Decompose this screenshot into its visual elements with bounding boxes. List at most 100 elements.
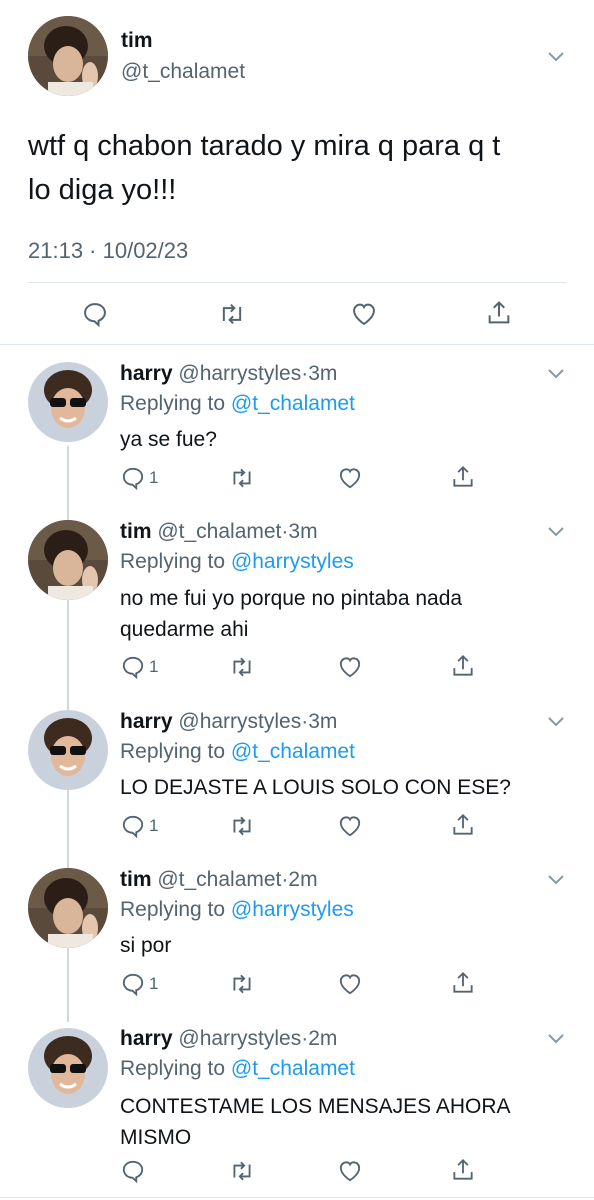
reply-icon[interactable] bbox=[120, 971, 146, 997]
heart-icon[interactable] bbox=[337, 813, 363, 839]
replying-to-label: Replying to bbox=[120, 392, 226, 415]
reply-action[interactable]: 1 bbox=[120, 813, 158, 839]
chevron-down-icon[interactable] bbox=[546, 525, 566, 539]
heart-icon[interactable] bbox=[350, 300, 378, 328]
reply-icon[interactable] bbox=[120, 813, 146, 839]
reply-author-name[interactable]: tim bbox=[120, 520, 152, 543]
reply-author-name[interactable]: harry bbox=[120, 362, 173, 385]
main-tweet-timestamp[interactable]: 21:13 · 10/02/23 bbox=[28, 238, 188, 264]
share-icon[interactable] bbox=[450, 652, 476, 680]
reply-count: 1 bbox=[149, 468, 159, 487]
replying-to-row: Replying to @harrystyles bbox=[120, 550, 354, 574]
heart-icon[interactable] bbox=[337, 654, 363, 680]
divider bbox=[0, 1197, 594, 1198]
reply-text-line: CONTESTAME LOS MENSAJES AHORA bbox=[120, 1095, 511, 1118]
share-icon[interactable] bbox=[450, 811, 476, 839]
reply-action[interactable]: 1 bbox=[120, 971, 158, 997]
reply-author-name[interactable]: tim bbox=[120, 868, 152, 891]
share-icon[interactable] bbox=[450, 969, 476, 997]
reply-author-handle[interactable]: @t_chalamet bbox=[157, 520, 281, 543]
avatar-tim[interactable] bbox=[28, 868, 108, 948]
reply-text-line: quedarme ahi bbox=[120, 618, 249, 641]
reply-action[interactable]: 1 bbox=[120, 465, 158, 491]
retweet-icon[interactable] bbox=[217, 300, 247, 328]
reply-text-line: MISMO bbox=[120, 1126, 192, 1149]
replying-to-label: Replying to bbox=[120, 1057, 226, 1080]
reply-text: ya se fue? bbox=[120, 424, 550, 455]
main-tweet-text-line: wtf q chabon tarado y mira q para q t bbox=[28, 130, 501, 162]
reply-text-line: ya se fue? bbox=[120, 428, 217, 451]
avatar-tim[interactable] bbox=[28, 16, 108, 96]
main-tweet-text-line: lo diga yo!!! bbox=[28, 174, 177, 206]
heart-icon[interactable] bbox=[337, 971, 363, 997]
reply-author-name[interactable]: harry bbox=[120, 1027, 173, 1050]
share-icon[interactable] bbox=[485, 298, 513, 328]
share-icon[interactable] bbox=[450, 1156, 476, 1184]
reply-time[interactable]: 3m bbox=[288, 520, 317, 543]
reply-text: si por bbox=[120, 930, 550, 961]
replying-to-row: Replying to @harrystyles bbox=[120, 898, 354, 922]
retweet-icon[interactable] bbox=[228, 465, 256, 491]
avatar-harry[interactable] bbox=[28, 362, 108, 442]
main-author-handle[interactable]: @t_chalamet bbox=[121, 60, 245, 84]
reply-count: 1 bbox=[149, 816, 159, 835]
reply-text: CONTESTAME LOS MENSAJES AHORA MISMO bbox=[120, 1091, 550, 1153]
replying-to-handle[interactable]: @t_chalamet bbox=[231, 740, 355, 763]
replying-to-row: Replying to @t_chalamet bbox=[120, 1057, 355, 1081]
replying-to-handle[interactable]: @harrystyles bbox=[231, 550, 354, 573]
reply-time[interactable]: 2m bbox=[308, 1027, 337, 1050]
heart-icon[interactable] bbox=[337, 465, 363, 491]
replying-to-label: Replying to bbox=[120, 898, 226, 921]
reply-icon[interactable] bbox=[120, 1158, 146, 1184]
avatar-harry[interactable] bbox=[28, 710, 108, 790]
reply-text-line: no me fui yo porque no pintaba nada bbox=[120, 587, 463, 610]
replying-to-row: Replying to @t_chalamet bbox=[120, 740, 355, 764]
reply-author-handle[interactable]: @harrystyles bbox=[178, 1027, 301, 1050]
chevron-down-icon[interactable] bbox=[546, 1032, 566, 1046]
avatar-tim[interactable] bbox=[28, 520, 108, 600]
reply-header: harry @harrystyles·3m bbox=[120, 710, 337, 734]
retweet-icon[interactable] bbox=[228, 1158, 256, 1184]
avatar-harry[interactable] bbox=[28, 1028, 108, 1108]
reply-icon[interactable] bbox=[120, 654, 146, 680]
replying-to-label: Replying to bbox=[120, 550, 226, 573]
replying-to-row: Replying to @t_chalamet bbox=[120, 392, 355, 416]
replying-to-handle[interactable]: @t_chalamet bbox=[231, 392, 355, 415]
reply-action[interactable] bbox=[120, 1158, 149, 1184]
reply-text: LO DEJASTE A LOUIS SOLO CON ESE? bbox=[120, 772, 550, 803]
reply-author-name[interactable]: harry bbox=[120, 710, 173, 733]
reply-author-handle[interactable]: @harrystyles bbox=[178, 362, 301, 385]
retweet-icon[interactable] bbox=[228, 654, 256, 680]
reply-count: 1 bbox=[149, 657, 159, 676]
divider bbox=[28, 282, 566, 283]
reply-header: tim @t_chalamet·3m bbox=[120, 520, 318, 544]
reply-header: tim @t_chalamet·2m bbox=[120, 868, 318, 892]
reply-author-handle[interactable]: @harrystyles bbox=[178, 710, 301, 733]
chevron-down-icon[interactable] bbox=[546, 367, 566, 381]
reply-text: no me fui yo porque no pintaba nada qued… bbox=[120, 583, 550, 645]
reply-time[interactable]: 2m bbox=[288, 868, 317, 891]
chevron-down-icon[interactable] bbox=[546, 715, 566, 729]
divider bbox=[0, 344, 594, 345]
main-tweet-text: wtf q chabon tarado y mira q para q t lo… bbox=[28, 124, 568, 212]
chevron-down-icon[interactable] bbox=[546, 50, 566, 64]
replying-to-label: Replying to bbox=[120, 740, 226, 763]
reply-header: harry @harrystyles·2m bbox=[120, 1027, 337, 1051]
reply-text-line: si por bbox=[120, 934, 172, 957]
reply-action[interactable]: 1 bbox=[120, 654, 158, 680]
main-author-name[interactable]: tim bbox=[121, 29, 153, 53]
share-icon[interactable] bbox=[450, 463, 476, 491]
retweet-icon[interactable] bbox=[228, 971, 256, 997]
reply-time[interactable]: 3m bbox=[308, 710, 337, 733]
heart-icon[interactable] bbox=[337, 1158, 363, 1184]
replying-to-handle[interactable]: @harrystyles bbox=[231, 898, 354, 921]
reply-time[interactable]: 3m bbox=[308, 362, 337, 385]
retweet-icon[interactable] bbox=[228, 813, 256, 839]
reply-author-handle[interactable]: @t_chalamet bbox=[157, 868, 281, 891]
chevron-down-icon[interactable] bbox=[546, 873, 566, 887]
reply-icon[interactable] bbox=[120, 465, 146, 491]
reply-header: harry @harrystyles·3m bbox=[120, 362, 337, 386]
reply-text-line: LO DEJASTE A LOUIS SOLO CON ESE? bbox=[120, 776, 511, 799]
reply-icon[interactable] bbox=[81, 300, 109, 328]
replying-to-handle[interactable]: @t_chalamet bbox=[231, 1057, 355, 1080]
